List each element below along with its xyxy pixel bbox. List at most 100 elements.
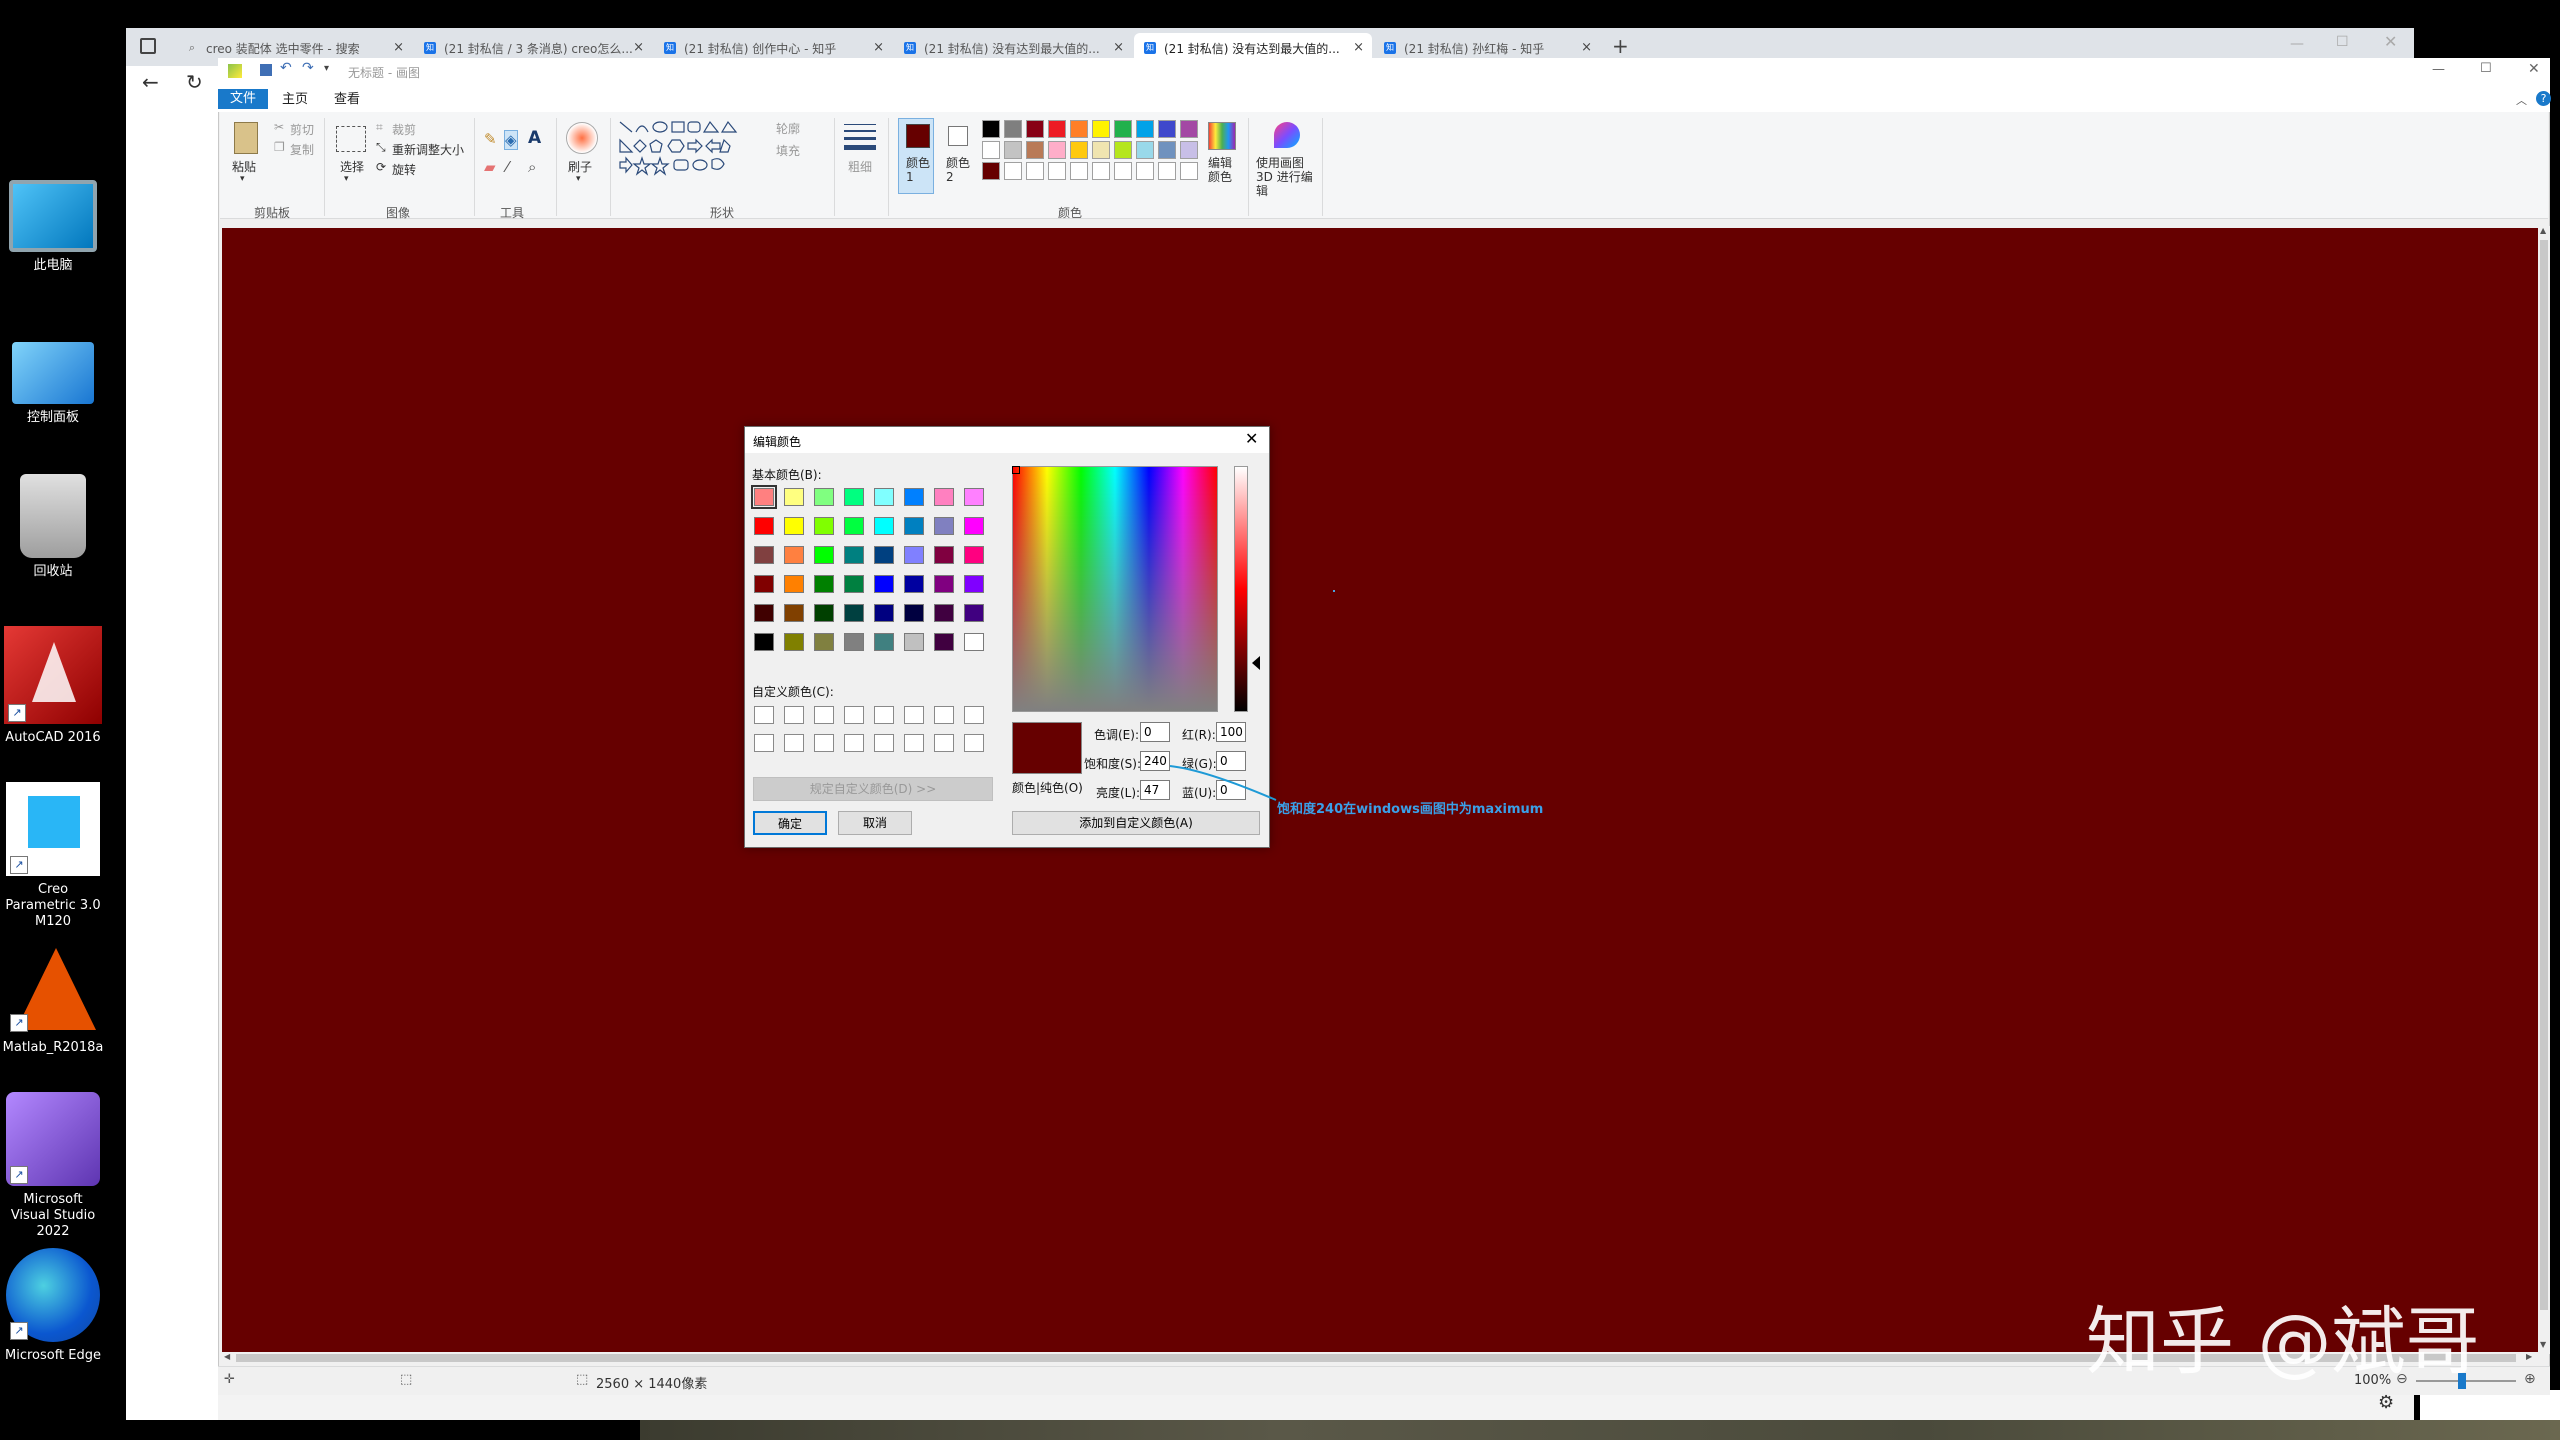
basic-color-swatch[interactable] bbox=[934, 546, 954, 564]
select-icon[interactable] bbox=[336, 126, 366, 152]
close-icon[interactable]: × bbox=[633, 40, 644, 55]
basic-color-swatch[interactable] bbox=[874, 575, 894, 593]
close-icon[interactable]: × bbox=[1581, 40, 1592, 55]
vertical-scrollbar[interactable]: ▲ ▼ bbox=[2538, 226, 2550, 1354]
palette-swatch[interactable] bbox=[1136, 162, 1154, 180]
crop-icon[interactable]: ⌗ bbox=[376, 120, 383, 135]
palette-swatch[interactable] bbox=[1180, 141, 1198, 159]
palette-swatch[interactable] bbox=[1158, 162, 1176, 180]
basic-color-swatch[interactable] bbox=[934, 517, 954, 535]
basic-color-swatch[interactable] bbox=[814, 546, 834, 564]
basic-color-swatch[interactable] bbox=[904, 488, 924, 506]
maximize-icon[interactable]: ☐ bbox=[2480, 61, 2492, 76]
palette-swatch[interactable] bbox=[1004, 120, 1022, 138]
basic-color-swatch[interactable] bbox=[754, 517, 774, 535]
basic-color-swatch[interactable] bbox=[784, 604, 804, 622]
palette-swatch[interactable] bbox=[1136, 141, 1154, 159]
scroll-up-icon[interactable]: ▲ bbox=[2540, 226, 2546, 235]
palette-swatch[interactable] bbox=[1004, 141, 1022, 159]
palette-swatch[interactable] bbox=[1114, 120, 1132, 138]
size-button[interactable]: 粗细 bbox=[848, 158, 872, 175]
palette-swatch[interactable] bbox=[1180, 120, 1198, 138]
select-button[interactable]: 选择 bbox=[340, 158, 364, 175]
custom-color-swatch[interactable] bbox=[754, 734, 774, 752]
basic-color-swatch[interactable] bbox=[934, 633, 954, 651]
tab-view[interactable]: 查看 bbox=[322, 90, 372, 110]
palette-swatch[interactable] bbox=[1070, 162, 1088, 180]
custom-color-swatch[interactable] bbox=[904, 706, 924, 724]
custom-color-swatch[interactable] bbox=[844, 734, 864, 752]
scroll-thumb[interactable] bbox=[2540, 240, 2548, 1310]
help-icon[interactable]: ? bbox=[2536, 91, 2551, 106]
desktop-icon-autocad[interactable]: ↗ AutoCAD 2016 bbox=[0, 626, 106, 746]
custom-color-swatch[interactable] bbox=[844, 706, 864, 724]
red-input[interactable]: 100 bbox=[1216, 722, 1246, 742]
magnifier-icon[interactable]: ⌕ bbox=[528, 158, 536, 176]
scroll-down-icon[interactable]: ▼ bbox=[2540, 1340, 2546, 1349]
custom-color-swatch[interactable] bbox=[784, 706, 804, 724]
chevron-down-icon[interactable]: ▾ bbox=[344, 174, 349, 184]
basic-color-swatch[interactable] bbox=[844, 604, 864, 622]
palette-swatch[interactable] bbox=[1136, 120, 1154, 138]
drawing-canvas[interactable] bbox=[222, 228, 2538, 1352]
palette-swatch[interactable] bbox=[1004, 162, 1022, 180]
desktop-icon-this-pc[interactable]: 此电脑 bbox=[0, 170, 106, 274]
palette-swatch[interactable] bbox=[982, 120, 1000, 138]
hue-input[interactable]: 0 bbox=[1140, 722, 1170, 742]
basic-color-swatch[interactable] bbox=[844, 575, 864, 593]
custom-color-swatch[interactable] bbox=[934, 734, 954, 752]
custom-color-swatch[interactable] bbox=[874, 706, 894, 724]
basic-color-swatch[interactable] bbox=[904, 633, 924, 651]
close-icon[interactable]: ✕ bbox=[2384, 32, 2397, 51]
palette-swatch[interactable] bbox=[1092, 120, 1110, 138]
basic-color-swatch[interactable] bbox=[964, 517, 984, 535]
basic-color-swatch[interactable] bbox=[784, 546, 804, 564]
palette-swatch[interactable] bbox=[1158, 120, 1176, 138]
tab-file[interactable]: 文件 bbox=[218, 89, 269, 109]
collapse-ribbon-icon[interactable]: ︿ bbox=[2516, 92, 2527, 108]
basic-color-swatch[interactable] bbox=[874, 517, 894, 535]
basic-color-swatch[interactable] bbox=[784, 633, 804, 651]
basic-color-swatch[interactable] bbox=[874, 633, 894, 651]
basic-color-swatch[interactable] bbox=[814, 517, 834, 535]
basic-color-swatch[interactable] bbox=[964, 575, 984, 593]
eraser-icon[interactable]: ▰ bbox=[484, 158, 496, 176]
undo-icon[interactable]: ↶ bbox=[280, 60, 292, 76]
basic-color-swatch[interactable] bbox=[784, 575, 804, 593]
copy-icon[interactable]: ❐ bbox=[274, 140, 285, 154]
custom-color-swatch[interactable] bbox=[754, 706, 774, 724]
basic-color-swatch[interactable] bbox=[754, 575, 774, 593]
basic-color-swatch[interactable] bbox=[964, 604, 984, 622]
minimize-icon[interactable]: — bbox=[2432, 62, 2445, 77]
basic-color-swatch[interactable] bbox=[874, 604, 894, 622]
outline-button[interactable]: 轮廓 bbox=[776, 120, 800, 137]
palette-swatch[interactable] bbox=[1180, 162, 1198, 180]
basic-color-swatch[interactable] bbox=[904, 604, 924, 622]
custom-color-swatch[interactable] bbox=[784, 734, 804, 752]
tab-actions-icon[interactable] bbox=[140, 38, 156, 54]
close-icon[interactable]: × bbox=[873, 40, 884, 55]
desktop-icon-visual-studio[interactable]: ↗ Microsoft Visual Studio 2022 bbox=[0, 1092, 106, 1240]
palette-swatch[interactable] bbox=[1026, 141, 1044, 159]
custom-color-swatch[interactable] bbox=[964, 706, 984, 724]
custom-color-swatch[interactable] bbox=[814, 734, 834, 752]
ok-button[interactable]: 确定 bbox=[753, 811, 827, 835]
palette-swatch[interactable] bbox=[982, 162, 1000, 180]
shapes-gallery[interactable] bbox=[616, 118, 770, 180]
paste-icon[interactable] bbox=[234, 122, 258, 154]
basic-color-swatch[interactable] bbox=[784, 517, 804, 535]
palette-swatch[interactable] bbox=[1026, 120, 1044, 138]
basic-color-swatch[interactable] bbox=[814, 575, 834, 593]
edit-colors-icon[interactable] bbox=[1208, 122, 1236, 150]
paint3d-icon[interactable] bbox=[1274, 122, 1300, 148]
resize-button[interactable]: 重新调整大小 bbox=[392, 141, 464, 158]
new-tab-button[interactable]: + bbox=[1612, 34, 1629, 58]
basic-color-swatch[interactable] bbox=[754, 546, 774, 564]
basic-color-swatch[interactable] bbox=[904, 517, 924, 535]
close-icon[interactable]: × bbox=[1113, 40, 1124, 55]
save-icon[interactable] bbox=[260, 64, 272, 76]
basic-color-swatch[interactable] bbox=[814, 488, 834, 506]
rotate-button[interactable]: 旋转 bbox=[392, 161, 416, 178]
quick-access-dropdown-icon[interactable]: ▾ bbox=[324, 63, 329, 74]
basic-color-swatch[interactable] bbox=[814, 604, 834, 622]
